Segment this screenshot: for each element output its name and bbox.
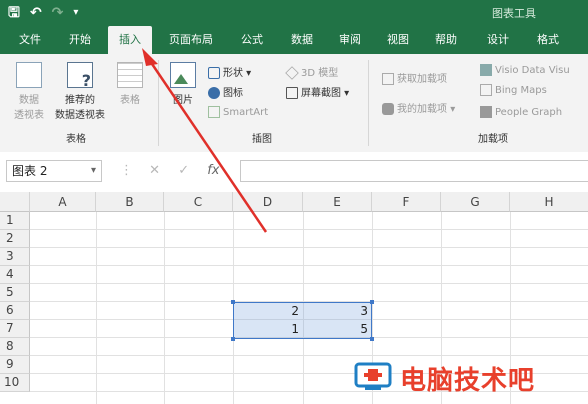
watermark-logo-icon — [354, 362, 392, 390]
watermark: 电脑技术吧 — [350, 358, 586, 396]
annotation-arrow — [142, 48, 268, 233]
watermark-text: 电脑技术吧 — [400, 366, 536, 396]
